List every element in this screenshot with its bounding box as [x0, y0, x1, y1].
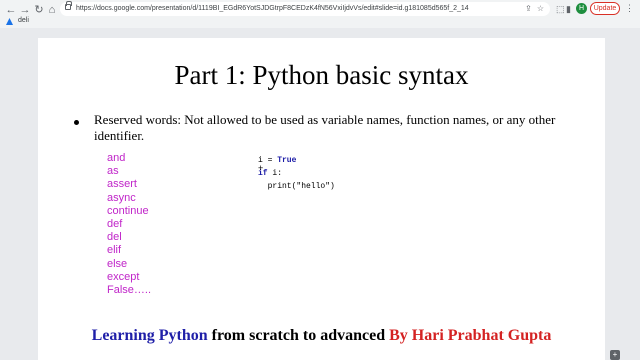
drive-icon: [6, 18, 13, 25]
mouse-cursor-icon: +: [258, 163, 264, 173]
back-arrow-icon[interactable]: ←: [4, 3, 18, 17]
keyword-list: and as assert async continue def del eli…: [107, 152, 151, 297]
bookmark-item[interactable]: deli: [18, 16, 29, 26]
code-line-3: print("hello"): [258, 180, 335, 193]
slide: Part 1: Python basic syntax Reserved wor…: [38, 38, 605, 360]
code-keyword: True: [277, 156, 297, 165]
forward-arrow-icon[interactable]: →: [18, 3, 32, 17]
presentation-stage: Part 1: Python basic syntax Reserved wor…: [0, 28, 640, 360]
code-text: print("hello"): [258, 182, 335, 191]
slide-footer: Learning Python from scratch to advanced…: [38, 327, 605, 345]
bookmark-star-icon[interactable]: ☆: [537, 4, 544, 13]
keyword-item: and: [107, 152, 126, 164]
keyword-item: False…..: [107, 284, 152, 297]
keyword-item: as: [107, 165, 119, 178]
keyword-item: elif: [107, 244, 122, 257]
avatar[interactable]: H: [576, 3, 587, 14]
footer-course: Learning Python: [91, 327, 208, 344]
sidebar-icon[interactable]: ▮: [566, 3, 571, 15]
extensions-icon[interactable]: ⬚: [556, 3, 565, 15]
update-button[interactable]: Update: [590, 2, 620, 15]
keyword-item: def: [107, 218, 123, 231]
lock-icon: [65, 1, 72, 10]
reload-icon[interactable]: ↻: [32, 3, 46, 17]
footer-middle: from scratch to advanced: [207, 327, 390, 344]
code-snippet: i = True if i: print("hello"): [258, 154, 335, 193]
keyword-item: continue: [107, 204, 149, 217]
url-text[interactable]: https://docs.google.com/presentation/d/1…: [76, 3, 469, 15]
address-bar[interactable]: https://docs.google.com/presentation/d/1…: [60, 1, 550, 16]
keyword-item: except: [107, 270, 140, 283]
share-icon[interactable]: ⇪: [525, 4, 532, 13]
more-menu-icon[interactable]: ⋮: [625, 2, 634, 14]
footer-author: By Hari Prabhat Gupta: [389, 327, 552, 344]
keyword-item: async: [107, 191, 136, 204]
bullet-text: Reserved words: Not allowed to be used a…: [94, 112, 556, 143]
code-text: i:: [267, 169, 283, 178]
browser-toolbar: ← → ↻ ⌂ https://docs.google.com/presenta…: [0, 0, 640, 28]
slide-title: Part 1: Python basic syntax: [174, 60, 469, 90]
keyword-item: assert: [107, 178, 137, 191]
home-icon[interactable]: ⌂: [45, 3, 59, 17]
bullet-dot: [74, 120, 79, 125]
keyword-item: else: [107, 257, 128, 270]
code-line-2: if i:: [258, 167, 335, 180]
expand-icon[interactable]: +: [610, 350, 620, 360]
keyword-item: del: [107, 231, 122, 244]
code-line-1: i = True: [258, 154, 335, 167]
